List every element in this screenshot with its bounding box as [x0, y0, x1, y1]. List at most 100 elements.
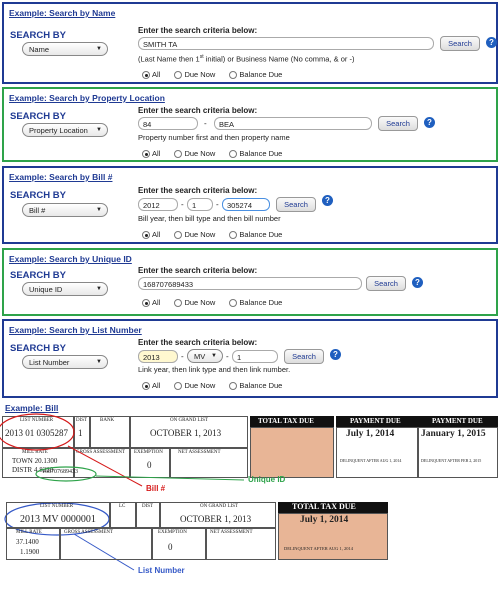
help-icon[interactable]: ?	[322, 195, 333, 206]
chevron-down-icon: ▼	[96, 46, 102, 52]
bill-number-input[interactable]: 305274	[222, 198, 270, 211]
radio-due-now[interactable]: Due Now	[174, 70, 216, 80]
name-input[interactable]: SMITH TA	[138, 37, 434, 50]
radio-balance-due[interactable]: Balance Due	[229, 70, 283, 80]
unique-id-input[interactable]: 168707689433	[138, 277, 362, 290]
radio-all-label: All	[152, 381, 161, 390]
mill-rate-label: MILL RATE	[16, 530, 42, 535]
search-hint: Bill year, then bill type and then bill …	[138, 214, 281, 223]
search-by-select[interactable]: Bill # ▼	[22, 203, 108, 217]
payment-date: July 1, 2014	[300, 515, 349, 525]
search-button[interactable]: Search	[378, 116, 418, 131]
radio-all[interactable]: All	[142, 149, 161, 159]
select-value: Unique ID	[29, 285, 63, 294]
search-by-select[interactable]: Name ▼	[22, 42, 108, 56]
list-number-value: 2013 MV 0000001	[20, 514, 96, 525]
list-number-label: LIST NUMBER	[40, 504, 74, 509]
chevron-down-icon: ▼	[96, 207, 102, 213]
radio-bal-label: Balance Due	[239, 230, 283, 239]
radio-balance-due[interactable]: Balance Due	[229, 381, 282, 391]
search-by-select[interactable]: Unique ID ▼	[22, 282, 108, 296]
radio-all-label: All	[152, 149, 161, 158]
payment-date-1: July 1, 2014	[346, 429, 395, 439]
search-by-location-panel: Example: Search by Property Location SEA…	[2, 87, 498, 162]
status-radios: All Due Now Balance Due	[142, 298, 294, 308]
panel-title: Example: Search by Name	[9, 8, 116, 18]
total-tax-label: TOTAL TAX DUE	[292, 502, 356, 511]
property-name-input[interactable]: BEA	[214, 117, 372, 130]
total-tax-box	[250, 427, 334, 478]
mill-rate-label: MILL RATE	[22, 450, 48, 455]
mill-town: TOWN 20.1300	[12, 457, 58, 465]
select-value: Name	[29, 45, 50, 54]
status-radios: All Due Now Balance Due	[142, 70, 294, 80]
help-icon[interactable]: ?	[330, 349, 341, 360]
criteria-label: Enter the search criteria below:	[138, 26, 258, 35]
exemption-label: EXEMPTION	[158, 530, 187, 535]
radio-all[interactable]: All	[142, 230, 160, 240]
radio-due-now[interactable]: Due Now	[174, 230, 216, 240]
radio-balance-due[interactable]: Balance Due	[229, 298, 282, 308]
search-by-select[interactable]: Property Location ▼	[22, 123, 108, 137]
dist-label: DIST	[76, 418, 88, 423]
payment-date-2: January 1, 2015	[421, 429, 486, 439]
search-button[interactable]: Search	[276, 197, 316, 212]
help-icon[interactable]: ?	[424, 117, 435, 128]
search-button[interactable]: Search	[440, 36, 480, 51]
radio-all[interactable]: All	[142, 70, 160, 80]
bill-type-input[interactable]: 1	[187, 198, 213, 211]
radio-due-label: Due Now	[184, 149, 216, 158]
radio-due-label: Due Now	[184, 381, 216, 390]
delinquent: DELINQUENT AFTER AUG 1, 2014	[284, 546, 354, 551]
grand-list-label: ON GRAND LIST	[170, 418, 209, 423]
list-year-input[interactable]: 2013	[138, 350, 178, 363]
annotation-list-number: List Number	[138, 566, 185, 575]
property-number-input[interactable]: 84	[138, 117, 198, 130]
radio-due-label: Due Now	[184, 70, 216, 79]
grand-list-label: ON GRAND LIST	[200, 504, 239, 509]
mill-2: 1.1900	[20, 548, 40, 556]
search-by-label: SEARCH BY	[10, 270, 66, 281]
criteria-label: Enter the search criteria below:	[138, 106, 258, 115]
radio-due-now[interactable]: Due Now	[174, 381, 216, 391]
radio-due-now[interactable]: Due Now	[174, 298, 215, 308]
bank-label: BANK	[100, 418, 115, 423]
list-number-input[interactable]: 1	[232, 350, 278, 363]
grand-list-value: OCTOBER 1, 2013	[150, 428, 222, 438]
chevron-down-icon: ▼	[96, 286, 102, 292]
help-icon[interactable]: ?	[412, 277, 423, 288]
select-value: Bill #	[29, 206, 46, 215]
search-by-select[interactable]: List Number ▼	[22, 355, 108, 369]
chevron-down-icon: ▼	[96, 127, 102, 133]
search-button[interactable]: Search	[284, 349, 324, 364]
radio-all[interactable]: All	[142, 381, 161, 391]
select-value: Property Location	[29, 126, 88, 135]
radio-due-now[interactable]: Due Now	[174, 149, 216, 159]
search-hint: Property number first and then property …	[138, 133, 290, 142]
select-value: MV	[194, 352, 206, 361]
search-by-label: SEARCH BY	[10, 111, 66, 122]
annotation-unique-id: Unique ID	[248, 475, 286, 484]
radio-balance-due[interactable]: Balance Due	[229, 230, 283, 240]
help-icon[interactable]: ?	[486, 37, 497, 48]
gross-label: GROSS ASSESSMENT	[76, 450, 126, 455]
mill-1: 37.1400	[16, 538, 39, 546]
radio-all[interactable]: All	[142, 298, 161, 308]
search-hint: Link year, then link type and then link …	[138, 365, 291, 374]
criteria-label: Enter the search criteria below:	[138, 266, 258, 275]
radio-bal-label: Balance Due	[239, 70, 283, 79]
lc-label: LC	[119, 504, 126, 509]
radio-all-label: All	[152, 298, 161, 307]
net-label: NET ASSESSMENT	[178, 450, 221, 455]
bill-year-input[interactable]: 2012	[138, 198, 178, 211]
delinquent-1: DELINQUENT AFTER AUG 1, 2014	[340, 458, 402, 463]
search-by-unique-id-panel: Example: Search by Unique ID SEARCH BY U…	[2, 248, 498, 316]
radio-balance-due[interactable]: Balance Due	[229, 149, 282, 159]
search-button[interactable]: Search	[366, 276, 406, 291]
search-by-name-panel: Example: Search by Name SEARCH BY Name ▼ …	[2, 2, 498, 84]
payment-label-2: PAYMENT DUE	[432, 417, 483, 425]
list-type-select[interactable]: MV ▼	[187, 349, 223, 363]
radio-due-label: Due Now	[184, 230, 216, 239]
exemption-label: EXEMPTION	[134, 450, 163, 455]
panel-title: Example: Search by Property Location	[9, 93, 165, 103]
